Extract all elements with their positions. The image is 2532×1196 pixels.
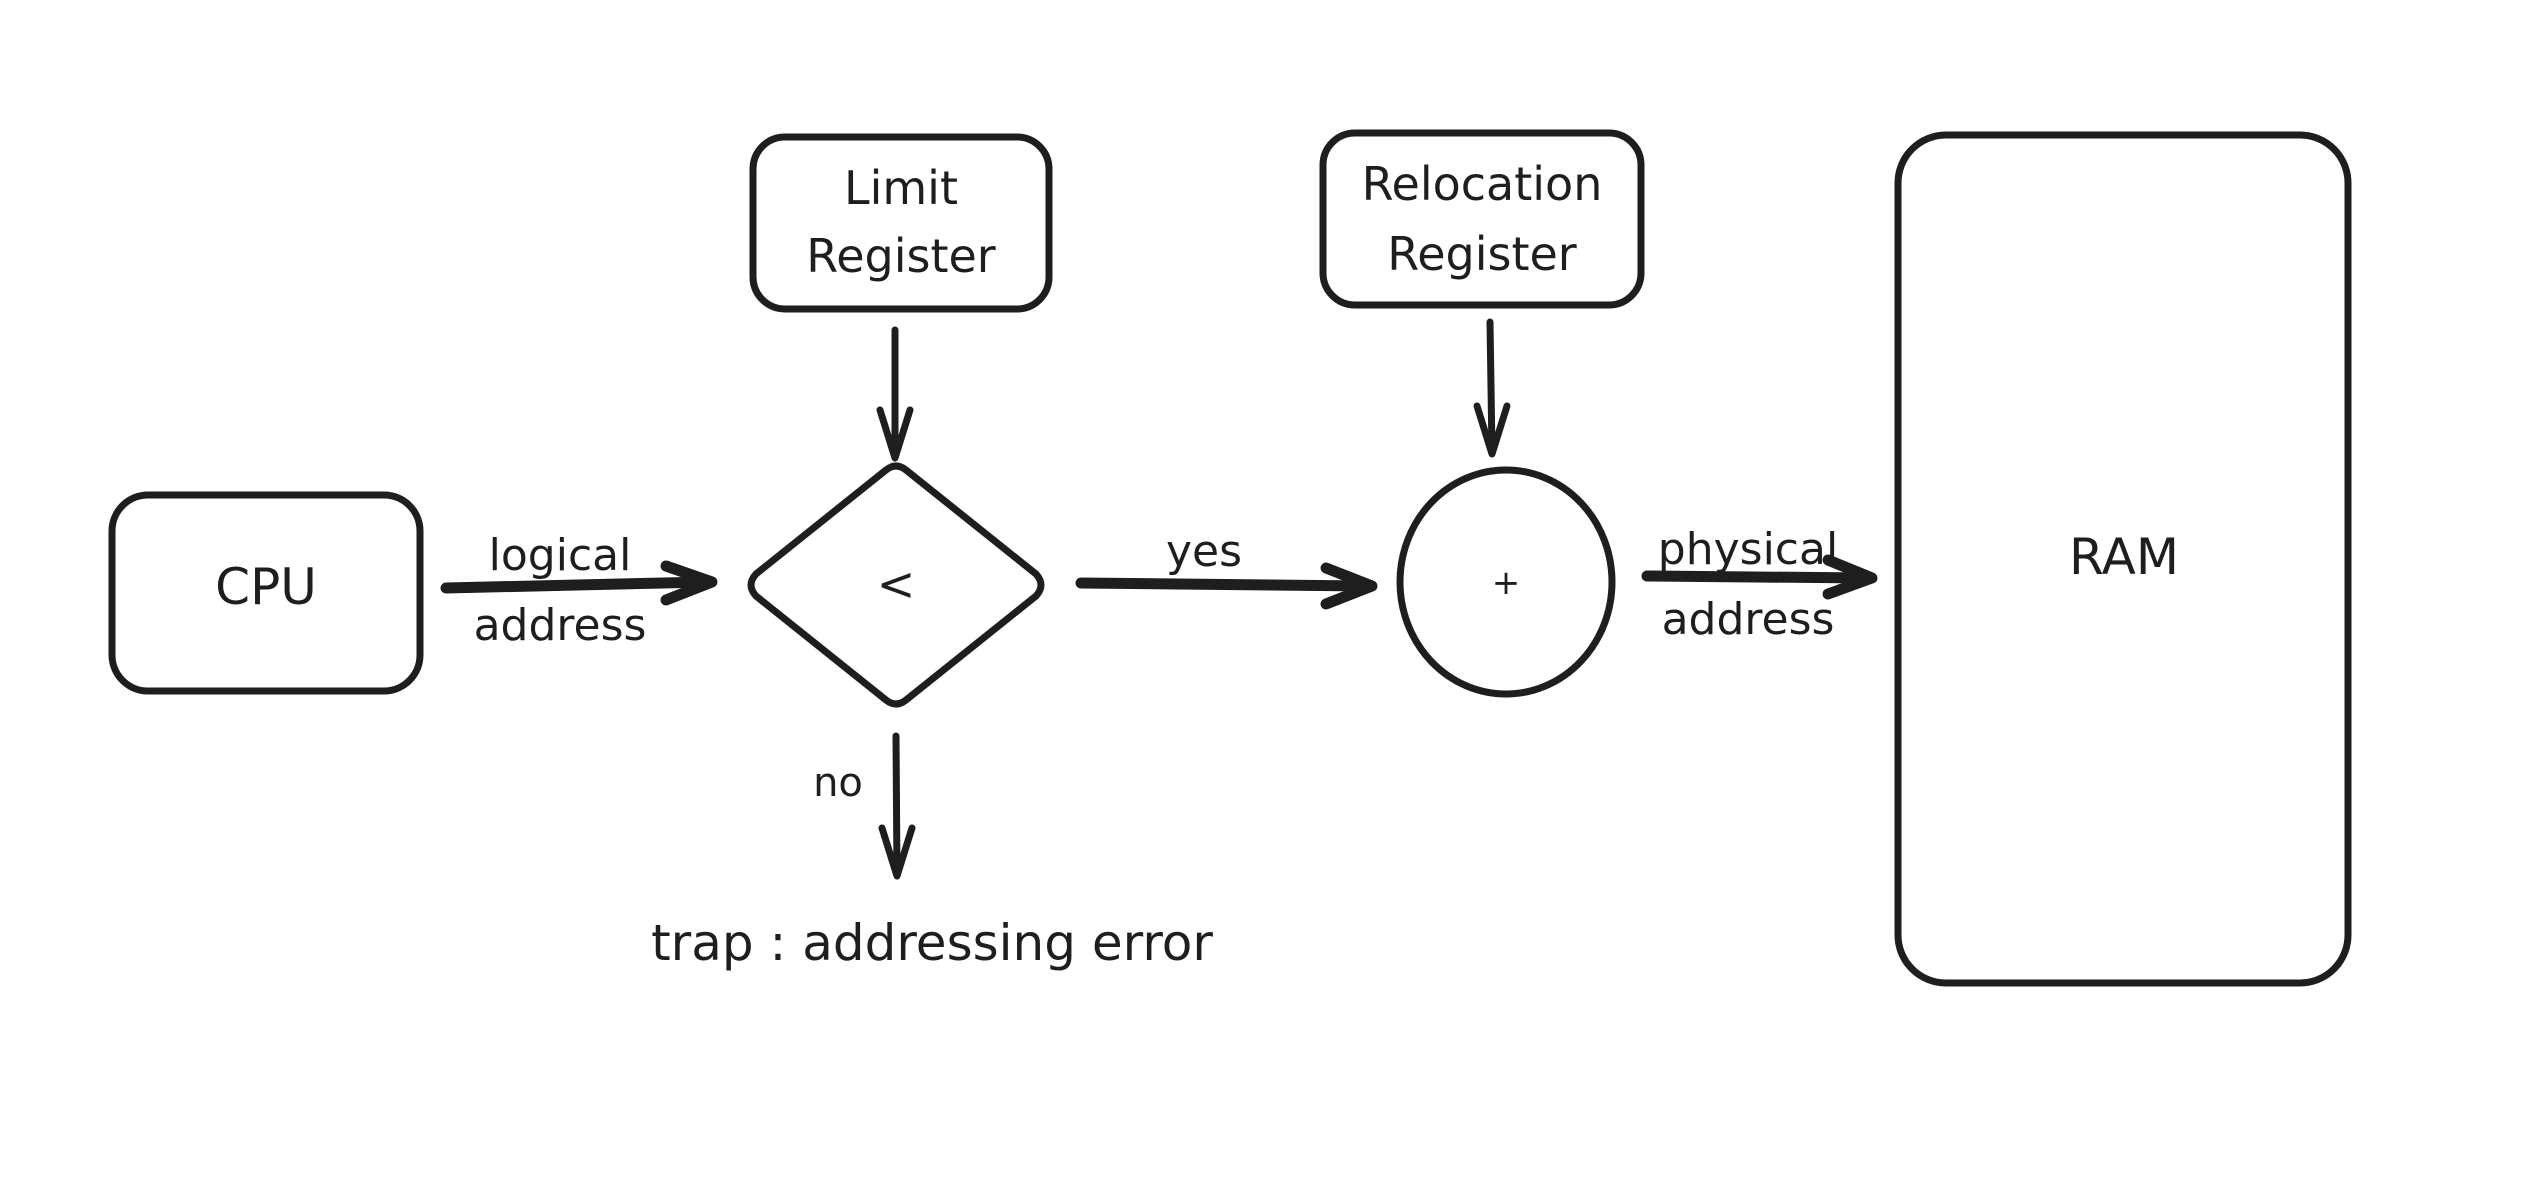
adder-label: +	[1492, 563, 1521, 603]
trap-addressing-error-label: trap : addressing error	[651, 914, 1213, 972]
relocation-register-label-line2: Register	[1387, 227, 1576, 281]
physical-label-line1: physical	[1658, 524, 1838, 575]
physical-address-edge[interactable]: physical address	[1641, 524, 1878, 645]
cpu-label: CPU	[215, 558, 317, 616]
relocation-to-adder-edge[interactable]	[1473, 318, 1511, 458]
comparator-node[interactable]: <	[747, 462, 1045, 708]
ram-label: RAM	[2069, 528, 2179, 586]
relocation-register-node[interactable]: Relocation Register	[1319, 129, 1645, 309]
logical-address-edge[interactable]: logical address	[440, 530, 718, 651]
relocation-register-label-line1: Relocation	[1362, 157, 1603, 211]
adder-node[interactable]: +	[1396, 466, 1616, 698]
cpu-node[interactable]: CPU	[108, 491, 424, 695]
limit-to-comparator-edge[interactable]	[876, 326, 914, 462]
relocation-arrow-shaft	[1486, 318, 1496, 456]
limit-register-node[interactable]: Limit Register	[749, 133, 1053, 313]
no-edge[interactable]: no	[813, 732, 916, 880]
logical-label-line1: logical	[489, 530, 632, 581]
limit-register-label-line1: Limit	[844, 161, 958, 215]
logical-label-line2: address	[474, 600, 647, 651]
comparator-label: <	[877, 557, 916, 611]
logical-arrow-shaft	[440, 576, 714, 594]
diagram-canvas: CPU logical address Limit Register < yes…	[108, 129, 2352, 987]
yes-edge[interactable]: yes	[1075, 526, 1378, 610]
yes-label: yes	[1166, 526, 1242, 577]
limit-register-label-line2: Register	[806, 229, 995, 283]
physical-label-line2: address	[1662, 594, 1835, 645]
no-label: no	[813, 760, 863, 806]
no-arrow-shaft	[892, 732, 901, 879]
ram-node[interactable]: RAM	[1894, 131, 2352, 987]
physical-arrow-shaft	[1641, 570, 1874, 584]
yes-arrow-shaft	[1075, 577, 1374, 592]
